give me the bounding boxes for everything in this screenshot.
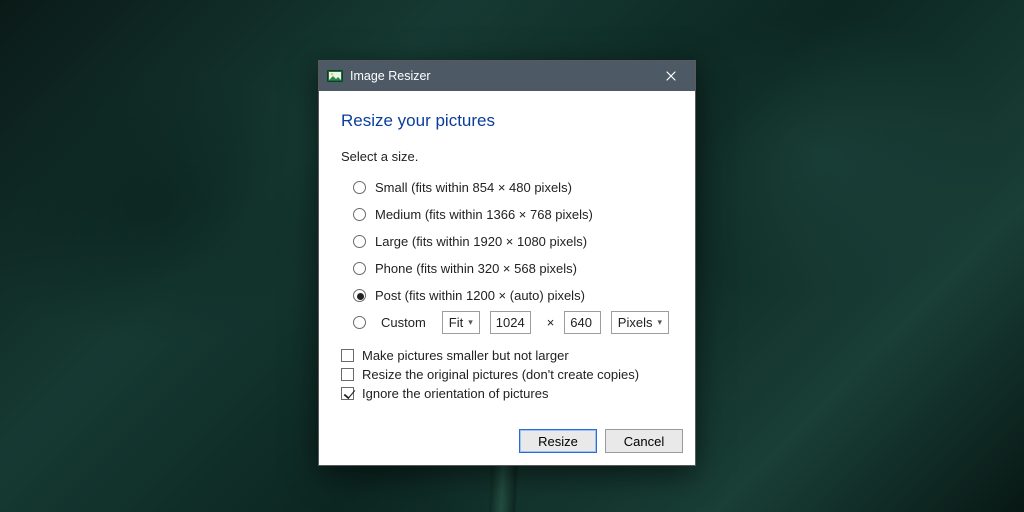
size-option-label: Large (fits within 1920 × 1080 pixels) (375, 234, 587, 249)
radio-icon (353, 316, 366, 329)
size-option-label: Medium (fits within 1366 × 768 pixels) (375, 207, 593, 222)
size-option-large[interactable]: Large (fits within 1920 × 1080 pixels) (353, 230, 673, 252)
checkbox-overwrite-originals[interactable]: Resize the original pictures (don't crea… (341, 367, 673, 382)
size-option-label: Small (fits within 854 × 480 pixels) (375, 180, 572, 195)
times-symbol: × (547, 315, 555, 330)
radio-icon (353, 208, 366, 221)
custom-height-input[interactable]: 640 (564, 311, 600, 334)
close-icon (666, 71, 676, 81)
checkbox-ignore-orientation[interactable]: Ignore the orientation of pictures (341, 386, 673, 401)
option-checkboxes: Make pictures smaller but not larger Res… (341, 348, 673, 401)
resize-button[interactable]: Resize (519, 429, 597, 453)
chevron-down-icon: ▾ (657, 317, 662, 328)
size-option-small[interactable]: Small (fits within 854 × 480 pixels) (353, 176, 673, 198)
cancel-button[interactable]: Cancel (605, 429, 683, 453)
size-option-phone[interactable]: Phone (fits within 320 × 568 pixels) (353, 257, 673, 279)
checkbox-icon (341, 368, 354, 381)
input-value: 640 (570, 315, 592, 330)
input-value: 1024 (496, 315, 525, 330)
dialog-heading: Resize your pictures (341, 111, 673, 131)
chevron-down-icon: ▾ (468, 317, 473, 328)
checkbox-label: Ignore the orientation of pictures (362, 386, 548, 401)
checkbox-label: Make pictures smaller but not larger (362, 348, 569, 363)
size-option-post[interactable]: Post (fits within 1200 × (auto) pixels) (353, 284, 673, 306)
size-options: Small (fits within 854 × 480 pixels) Med… (353, 176, 673, 334)
select-value: Pixels (618, 315, 653, 330)
radio-icon (353, 289, 366, 302)
size-option-custom[interactable]: Custom Fit ▾ 1024 × 640 Pixels ▾ (353, 311, 673, 334)
radio-icon (353, 235, 366, 248)
select-value: Fit (449, 315, 463, 330)
dialog-content: Resize your pictures Select a size. Smal… (319, 91, 695, 419)
size-option-label: Post (fits within 1200 × (auto) pixels) (375, 288, 585, 303)
radio-icon (353, 181, 366, 194)
custom-unit-select[interactable]: Pixels ▾ (611, 311, 669, 334)
size-option-label: Phone (fits within 320 × 568 pixels) (375, 261, 577, 276)
close-button[interactable] (649, 61, 693, 91)
titlebar[interactable]: Image Resizer (319, 61, 695, 91)
button-label: Cancel (624, 434, 664, 449)
custom-width-input[interactable]: 1024 (490, 311, 531, 334)
radio-icon (353, 262, 366, 275)
image-resizer-dialog: Image Resizer Resize your pictures Selec… (318, 60, 696, 466)
window-title: Image Resizer (350, 69, 431, 83)
size-option-medium[interactable]: Medium (fits within 1366 × 768 pixels) (353, 203, 673, 225)
button-label: Resize (538, 434, 578, 449)
app-icon (327, 68, 343, 84)
dialog-footer: Resize Cancel (319, 419, 695, 465)
instruction-text: Select a size. (341, 149, 673, 164)
checkbox-icon (341, 349, 354, 362)
size-option-label: Custom (381, 315, 426, 330)
custom-fit-mode-select[interactable]: Fit ▾ (442, 311, 480, 334)
checkbox-smaller-only[interactable]: Make pictures smaller but not larger (341, 348, 673, 363)
desktop-background: Image Resizer Resize your pictures Selec… (0, 0, 1024, 512)
checkbox-label: Resize the original pictures (don't crea… (362, 367, 639, 382)
checkbox-icon (341, 387, 354, 400)
